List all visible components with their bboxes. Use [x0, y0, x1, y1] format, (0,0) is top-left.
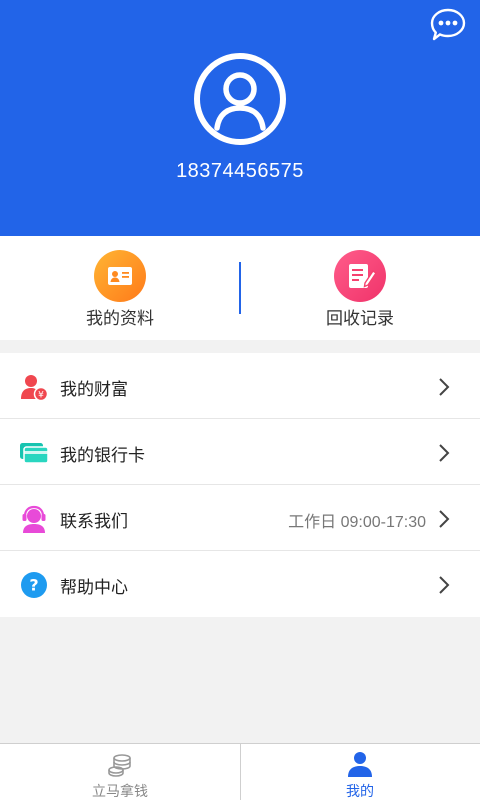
user-wealth-icon: ¥ — [21, 375, 48, 401]
chat-bubble-icon[interactable] — [430, 8, 466, 42]
svg-text:?: ? — [29, 576, 38, 595]
menu-item-help[interactable]: ? 帮助中心 — [0, 551, 480, 617]
quick-actions: 我的资料 回收记录 — [0, 236, 480, 340]
menu-item-wealth[interactable]: ¥ 我的财富 — [0, 353, 480, 419]
edit-note-icon — [334, 250, 386, 302]
menu-list: ¥ 我的财富 我的银行卡 联系我们 工作日 09:00-17:30 ? 帮助中心 — [0, 353, 480, 617]
menu-label-bank-card: 我的银行卡 — [60, 446, 145, 465]
tab-mine[interactable]: 我的 — [240, 744, 480, 800]
menu-item-contact[interactable]: 联系我们 工作日 09:00-17:30 — [0, 485, 480, 551]
bank-card-icon — [20, 443, 48, 464]
profile-card-icon — [94, 250, 146, 302]
working-hours-text: 工作日 09:00-17:30 — [288, 514, 426, 531]
recycle-records-label: 回收记录 — [326, 309, 394, 328]
tab-get-money[interactable]: 立马拿钱 — [0, 744, 240, 800]
avatar[interactable] — [193, 52, 287, 146]
bottom-tab-bar: 立马拿钱 我的 — [0, 743, 480, 800]
chevron-right-icon — [439, 378, 450, 396]
phone-number: 18374456575 — [176, 160, 304, 182]
menu-label-help: 帮助中心 — [60, 578, 128, 597]
chevron-right-icon — [439, 444, 450, 462]
menu-item-bank-card[interactable]: 我的银行卡 — [0, 419, 480, 485]
profile-header: 18374456575 — [0, 0, 480, 236]
svg-text:¥: ¥ — [38, 391, 44, 401]
my-profile-button[interactable]: 我的资料 — [0, 236, 240, 340]
tab-label-get-money: 立马拿钱 — [92, 783, 148, 799]
tab-label-mine: 我的 — [346, 783, 374, 799]
my-profile-label: 我的资料 — [86, 309, 154, 328]
person-icon — [348, 752, 372, 777]
menu-label-wealth: 我的财富 — [60, 380, 128, 399]
menu-label-contact: 联系我们 — [60, 512, 128, 531]
chevron-right-icon — [439, 576, 450, 594]
headset-icon — [22, 505, 46, 533]
help-icon: ? — [21, 572, 47, 598]
coins-icon — [108, 754, 131, 777]
recycle-records-button[interactable]: 回收记录 — [240, 236, 480, 340]
chevron-right-icon — [439, 510, 450, 528]
